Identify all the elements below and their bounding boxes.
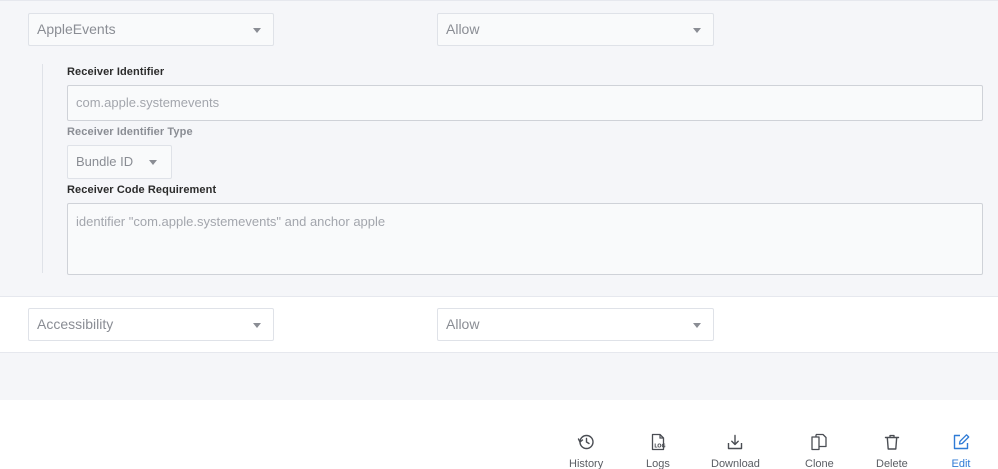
permission-select-value: Allow <box>446 21 480 37</box>
clone-icon <box>811 433 828 451</box>
trash-icon <box>884 434 900 450</box>
delete-label: Delete <box>876 458 908 469</box>
page: AppleEvents Allow Receiver Identifier co… <box>0 0 998 469</box>
receiver-identifier-label: Receiver Identifier <box>67 66 165 78</box>
logs-button[interactable]: LOG Logs <box>646 432 670 469</box>
delete-button[interactable]: Delete <box>876 432 908 469</box>
receiver-code-requirement-label: Receiver Code Requirement <box>67 184 217 196</box>
permission-select[interactable]: Allow <box>437 308 714 341</box>
receiver-code-requirement-textarea[interactable]: identifier "com.apple.systemevents" and … <box>67 203 983 275</box>
logs-icon: LOG <box>651 433 665 451</box>
receiver-identifier-placeholder: com.apple.systemevents <box>76 95 220 110</box>
history-icon <box>577 434 594 450</box>
svg-text:LOG: LOG <box>654 443 665 449</box>
download-label: Download <box>711 458 760 469</box>
pppc-row-accessibility: Accessibility Allow <box>0 296 998 353</box>
service-select-value: AppleEvents <box>37 21 116 37</box>
action-toolbar: History LOG Logs Download Clone Delete E… <box>0 400 998 469</box>
service-select-value: Accessibility <box>37 316 114 332</box>
permission-select-value: Allow <box>446 316 480 332</box>
receiver-identifier-input[interactable]: com.apple.systemevents <box>67 85 983 121</box>
service-select[interactable]: AppleEvents <box>28 13 274 46</box>
caret-down-icon <box>693 323 701 328</box>
edit-button[interactable]: Edit <box>951 432 971 469</box>
caret-down-icon <box>253 28 261 33</box>
pppc-row-appleevents: AppleEvents Allow Receiver Identifier co… <box>0 0 998 296</box>
edit-icon <box>953 434 970 450</box>
history-button[interactable]: History <box>569 432 603 469</box>
download-button[interactable]: Download <box>711 432 760 469</box>
caret-down-icon <box>253 323 261 328</box>
receiver-identifier-type-select[interactable]: Bundle ID <box>67 145 172 179</box>
section-spacer <box>0 353 998 400</box>
receiver-identifier-type-label: Receiver Identifier Type <box>67 126 193 138</box>
logs-label: Logs <box>646 458 670 469</box>
edit-label: Edit <box>951 458 971 469</box>
receiver-identifier-type-value: Bundle ID <box>76 154 134 169</box>
caret-down-icon <box>693 28 701 33</box>
receiver-code-requirement-placeholder: identifier "com.apple.systemevents" and … <box>76 214 386 229</box>
clone-button[interactable]: Clone <box>805 432 834 469</box>
caret-down-icon <box>149 160 157 165</box>
clone-label: Clone <box>805 458 834 469</box>
download-icon <box>728 434 743 450</box>
service-select[interactable]: Accessibility <box>28 308 274 341</box>
history-label: History <box>569 458 604 469</box>
permission-select[interactable]: Allow <box>437 13 714 46</box>
details-divider <box>42 64 43 273</box>
